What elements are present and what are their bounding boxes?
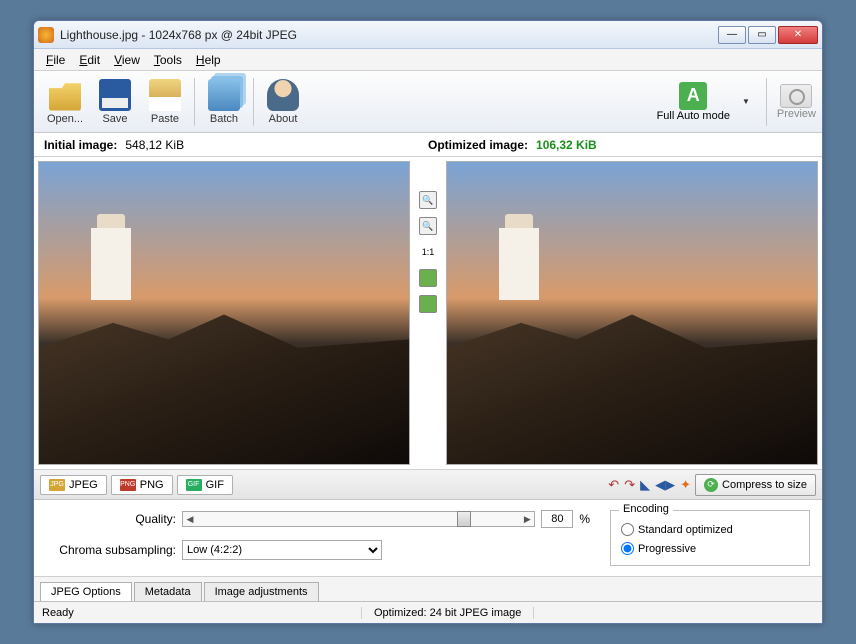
close-button[interactable]: ✕ <box>778 26 818 44</box>
format-tabs-row: JPG JPEG PNG PNG GIF GIF ↶ ↷ ◣ ◀▶ ✦ ⟳ Co… <box>34 470 822 500</box>
auto-icon: A <box>679 82 707 110</box>
quality-label: Quality: <box>46 512 176 526</box>
save-button[interactable]: Save <box>90 74 140 130</box>
titlebar[interactable]: Lighthouse.jpg - 1024x768 px @ 24bit JPE… <box>34 21 822 49</box>
separator <box>766 78 767 126</box>
optimized-label: Optimized image: <box>428 138 528 152</box>
chroma-label: Chroma subsampling: <box>46 543 176 557</box>
transform-tools: ↶ ↷ ◣ ◀▶ ✦ <box>608 477 691 493</box>
paste-button[interactable]: Paste <box>140 74 190 130</box>
tab-image-adjustments[interactable]: Image adjustments <box>204 582 319 601</box>
initial-label: Initial image: <box>44 138 117 152</box>
toolbar: Open... Save Paste Batch About A Full Au… <box>34 71 822 133</box>
batch-button[interactable]: Batch <box>199 74 249 130</box>
percent-label: % <box>579 512 590 526</box>
encoding-legend: Encoding <box>619 503 673 515</box>
optimized-size: 106,32 KiB <box>536 138 597 152</box>
png-badge-icon: PNG <box>120 479 136 491</box>
full-auto-dropdown[interactable]: ▼ <box>736 97 756 106</box>
minimize-button[interactable]: — <box>718 26 746 44</box>
about-button[interactable]: About <box>258 74 308 130</box>
quality-slider[interactable]: ◀ ▶ <box>182 511 535 527</box>
quality-value-input[interactable] <box>541 510 573 528</box>
size-info-bar: Initial image: 548,12 KiB Optimized imag… <box>34 133 822 157</box>
image-content <box>499 228 539 300</box>
menu-view[interactable]: View <box>108 51 146 69</box>
save-icon <box>99 79 131 111</box>
options-panel: Quality: ◀ ▶ % Chroma subsampling: Low (… <box>34 500 822 577</box>
crop-icon[interactable]: ✦ <box>680 477 691 493</box>
statusbar: Ready Optimized: 24 bit JPEG image <box>34 601 822 623</box>
tab-png[interactable]: PNG PNG <box>111 475 173 495</box>
chroma-select[interactable]: Low (4:2:2) <box>182 540 382 560</box>
open-icon <box>49 79 81 111</box>
bottom-tabs: JPEG Options Metadata Image adjustments <box>34 577 822 601</box>
menu-help[interactable]: Help <box>190 51 227 69</box>
zoom-out-icon[interactable]: 🔍 <box>419 217 437 235</box>
fit-width-icon[interactable] <box>419 295 437 313</box>
slider-thumb[interactable] <box>457 511 471 527</box>
open-button[interactable]: Open... <box>40 74 90 130</box>
menu-tools[interactable]: Tools <box>148 51 188 69</box>
encoding-group: Encoding Standard optimized Progressive <box>610 510 810 566</box>
separator <box>194 78 195 126</box>
status-optimized: Optimized: 24 bit JPEG image <box>374 607 534 619</box>
standard-optimized-radio[interactable]: Standard optimized <box>621 523 799 536</box>
rotate-left-icon[interactable]: ↶ <box>608 477 619 493</box>
actual-size-button[interactable]: 1:1 <box>419 243 437 261</box>
slider-left-arrow[interactable]: ◀ <box>183 512 197 526</box>
separator <box>253 78 254 126</box>
about-icon <box>267 79 299 111</box>
tab-gif[interactable]: GIF GIF <box>177 475 233 495</box>
flip-vertical-icon[interactable]: ◀▶ <box>655 477 675 493</box>
paste-icon <box>149 79 181 111</box>
preview-area: 🔍 🔍 1:1 <box>34 157 822 470</box>
preview-button[interactable]: Preview <box>777 84 816 120</box>
tab-metadata[interactable]: Metadata <box>134 582 202 601</box>
app-icon <box>38 27 54 43</box>
tab-jpeg[interactable]: JPG JPEG <box>40 475 107 495</box>
app-window: Lighthouse.jpg - 1024x768 px @ 24bit JPE… <box>33 20 823 624</box>
menu-file[interactable]: File <box>40 51 71 69</box>
flip-horizontal-icon[interactable]: ◣ <box>640 477 650 493</box>
initial-size: 548,12 KiB <box>125 138 184 152</box>
image-content <box>91 228 131 300</box>
tab-jpeg-options[interactable]: JPEG Options <box>40 582 132 601</box>
fit-window-icon[interactable] <box>419 269 437 287</box>
compress-to-size-button[interactable]: ⟳ Compress to size <box>695 474 816 496</box>
slider-right-arrow[interactable]: ▶ <box>520 512 534 526</box>
menu-edit[interactable]: Edit <box>73 51 106 69</box>
center-tools: 🔍 🔍 1:1 <box>414 161 442 465</box>
status-ready: Ready <box>42 607 362 619</box>
maximize-button[interactable]: ▭ <box>748 26 776 44</box>
batch-icon <box>208 79 240 111</box>
zoom-in-icon[interactable]: 🔍 <box>419 191 437 209</box>
full-auto-mode-button[interactable]: A Full Auto mode <box>657 82 730 122</box>
preview-icon <box>780 84 812 108</box>
jpeg-badge-icon: JPG <box>49 479 65 491</box>
rotate-right-icon[interactable]: ↷ <box>624 477 635 493</box>
progressive-radio[interactable]: Progressive <box>621 542 799 555</box>
window-title: Lighthouse.jpg - 1024x768 px @ 24bit JPE… <box>60 28 718 42</box>
optimized-image-panel[interactable] <box>446 161 818 465</box>
compress-icon: ⟳ <box>704 478 718 492</box>
initial-image-panel[interactable] <box>38 161 410 465</box>
gif-badge-icon: GIF <box>186 479 202 491</box>
menubar: File Edit View Tools Help <box>34 49 822 71</box>
